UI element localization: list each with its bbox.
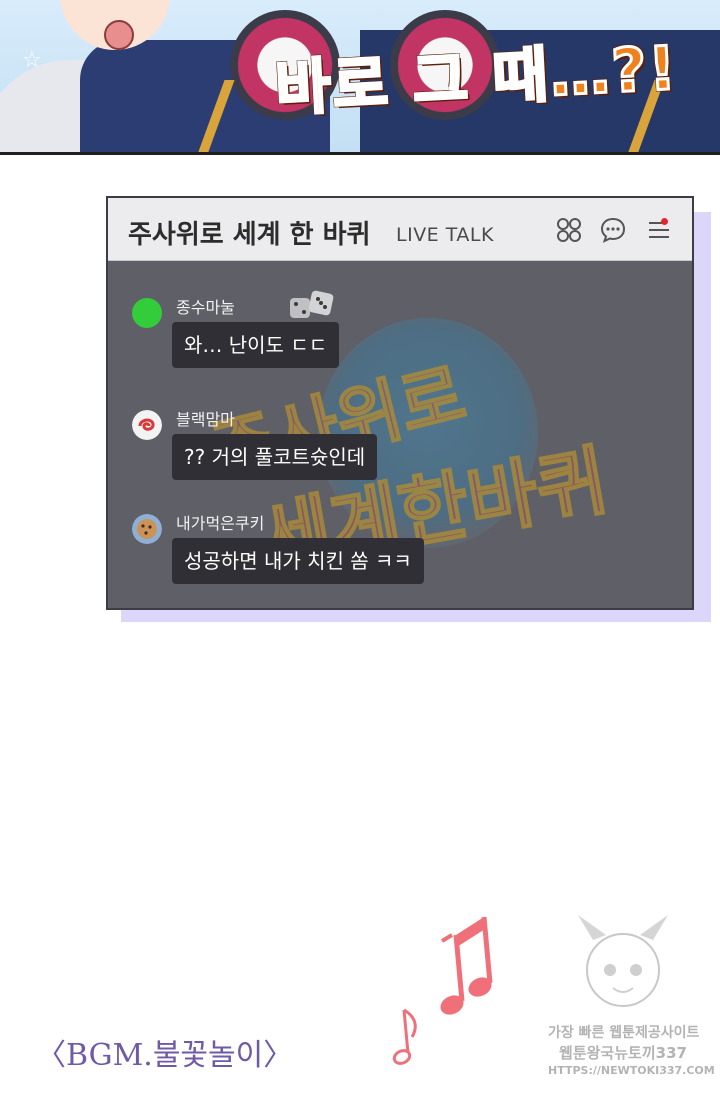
chat-bubble-icon[interactable] [600,217,626,243]
site-watermark: 가장 빠른 웹툰제공사이트 웹툰왕국뉴토끼337 HTTPS://NEWTOKI… [548,910,715,1085]
menu-icon[interactable] [646,217,672,243]
dice-icon [290,290,334,318]
sparkle-icon: ☆ [22,48,42,73]
music-note-icon [392,916,493,1065]
chat-username: 내가먹은쿠키 [176,514,265,533]
chat-bubble: 와… 난이도 ㄷㄷ [172,322,340,368]
live-talk-panel: 주사위로 세계한바퀴 주사위로 세계 한 바퀴 LIVE TALK 종수마눌 와… [106,196,694,610]
talk-header: 주사위로 세계 한 바퀴 LIVE TALK [108,198,692,261]
talk-subtitle: LIVE TALK [396,224,494,246]
chat-username: 종수마눌 [176,298,235,317]
talk-title: 주사위로 세계 한 바퀴 [128,220,371,250]
chat-bubble: 성공하면 내가 치킨 쏨 ㅋㅋ [172,538,424,584]
character-mouth [104,20,134,50]
bgm-caption: 〈BGM.불꽃놀이〉 [36,1038,294,1073]
avatar [132,514,162,544]
watermark-line: 웹툰왕국뉴토끼337 [559,1044,687,1062]
chat-bubble: ?? 거의 풀코트슛인데 [172,434,378,480]
chat-username: 블랙맘마 [176,410,235,429]
grid-icon[interactable] [556,217,582,243]
avatar [132,298,162,328]
notification-dot [661,218,668,225]
comic-panel: ☆ 바로 그 때…?! [0,0,720,155]
mascot-icon [578,915,668,1007]
avatar [132,410,162,440]
watermark-line: HTTPS://NEWTOKI337.COM [548,1064,715,1077]
watermark-line: 가장 빠른 웹툰제공사이트 [548,1025,700,1041]
